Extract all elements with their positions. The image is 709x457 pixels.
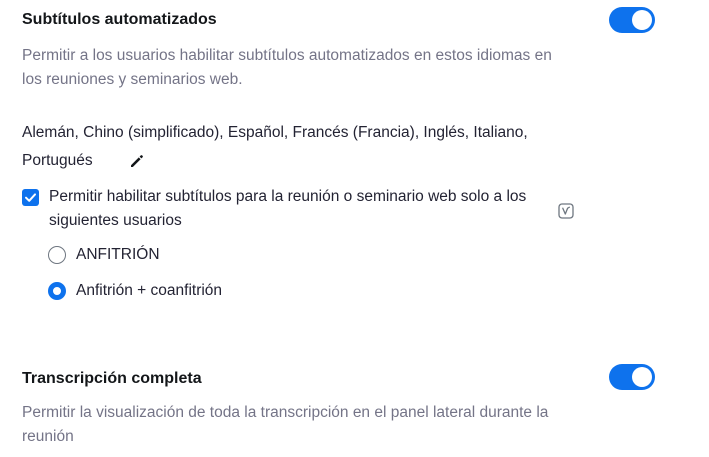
full-transcript-title: Transcripción completa	[22, 370, 202, 387]
restrict-users-label: Permitir habilitar subtítulos para la re…	[49, 188, 527, 229]
languages-list: Alemán, Chino (simplificado), Español, F…	[22, 124, 528, 141]
radio-host[interactable]	[48, 246, 66, 264]
radio-host-label: ANFITRIÓN	[76, 246, 160, 263]
check-icon	[25, 193, 36, 202]
info-icon[interactable]	[558, 203, 574, 219]
pencil-icon[interactable]	[128, 152, 146, 170]
restrict-users-checkbox[interactable]	[22, 189, 39, 206]
radio-host-cohost-label: Anfitrión + coanfitrión	[76, 282, 223, 299]
full-transcript-toggle[interactable]	[609, 364, 655, 390]
languages-list-continued: Portugués	[22, 152, 93, 169]
auto-captions-description: Permitir a los usuarios habilitar subtít…	[22, 47, 552, 88]
full-transcript-description: Permitir la visualización de toda la tra…	[22, 404, 549, 445]
toggle-knob	[632, 10, 652, 30]
auto-captions-toggle[interactable]	[609, 7, 655, 33]
toggle-knob	[632, 367, 652, 387]
auto-captions-title: Subtítulos automatizados	[22, 11, 217, 28]
radio-host-cohost[interactable]	[48, 282, 66, 300]
